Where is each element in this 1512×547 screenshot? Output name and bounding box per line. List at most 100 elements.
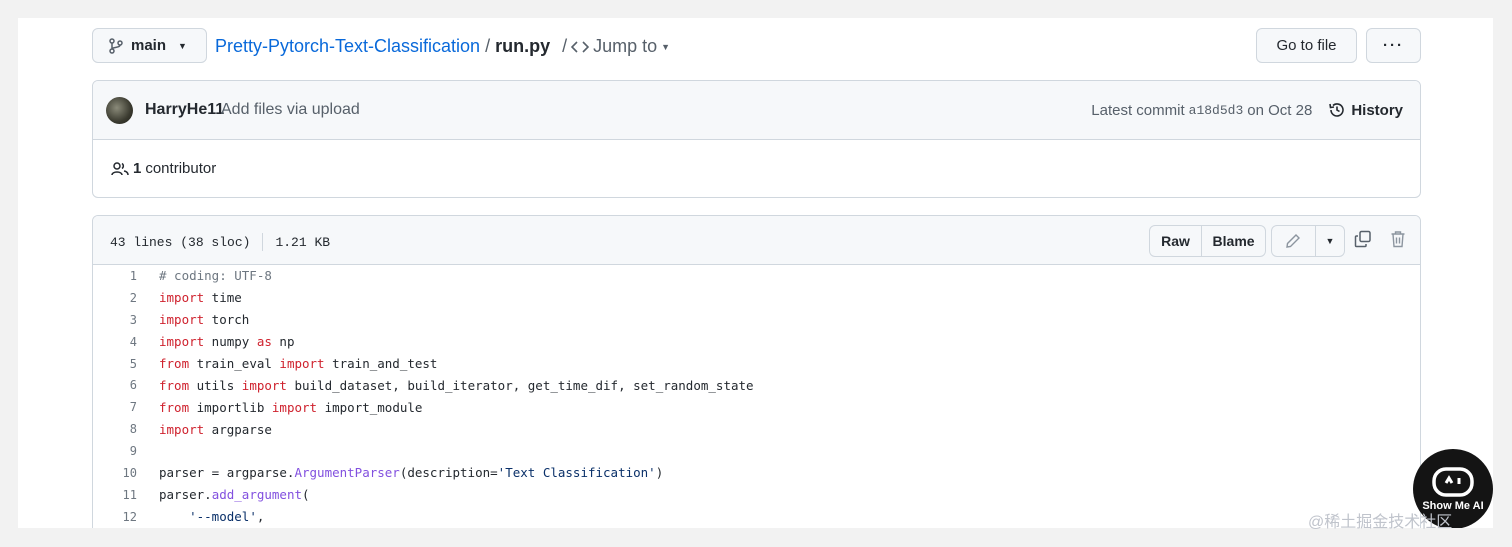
code-token: import [271, 399, 318, 415]
line-number[interactable]: 5 [93, 357, 137, 371]
divider [262, 233, 264, 251]
commit-date: on Oct 28 [1247, 101, 1313, 119]
code-token: numpy [204, 334, 257, 350]
code-token: import_module [317, 399, 423, 415]
code-line: 9 [93, 440, 1420, 462]
file-box: 43 lines (38 sloc) 1.21 KB Raw Blame ▼ 1… [92, 215, 1421, 528]
file-info: 43 lines (38 sloc) 1.21 KB [110, 233, 330, 251]
chevron-down-icon: ▼ [661, 41, 671, 52]
line-number[interactable]: 3 [93, 313, 137, 327]
line-number[interactable]: 6 [93, 378, 137, 392]
code-token: train_eval [189, 356, 280, 371]
code-token: '--model' [189, 509, 257, 525]
copy-button[interactable] [1354, 230, 1372, 253]
code-line: 4 import numpy as np [93, 331, 1420, 353]
line-code: parser = argparse.ArgumentParser(descrip… [159, 465, 663, 480]
line-number[interactable]: 11 [93, 488, 137, 502]
file-name: run.py [495, 36, 551, 56]
code-token: # coding: UTF-8 [159, 268, 272, 284]
branch-select-button[interactable]: main ▼ [92, 28, 207, 63]
code-line: 3 import torch [93, 309, 1420, 331]
contributor-label: contributor [145, 160, 217, 177]
line-code: from importlib import import_module [159, 400, 422, 415]
code-token: np [271, 334, 295, 350]
latest-commit-row: HarryHe11 Add files via upload Latest co… [93, 81, 1420, 140]
delete-button[interactable] [1390, 230, 1406, 253]
code-token: from [159, 399, 190, 415]
git-branch-icon [109, 37, 123, 54]
robot-icon [1432, 467, 1474, 497]
code-token: train_and_test [324, 356, 438, 371]
commit-box: HarryHe11 Add files via upload Latest co… [92, 80, 1421, 198]
go-to-file-button[interactable]: Go to file [1256, 28, 1357, 63]
history-icon [1329, 103, 1345, 117]
code-line: 6 from utils import build_dataset, build_… [93, 374, 1420, 396]
code-token: as [256, 334, 272, 350]
code-token: 'Text Classification' [497, 465, 656, 481]
page: main ▼ Pretty-Pytorch-Text-Classificatio… [18, 18, 1493, 528]
line-number[interactable]: 1 [93, 269, 137, 283]
edit-group: ▼ [1271, 225, 1345, 257]
code-token: ( [302, 487, 310, 503]
code-icon [571, 40, 590, 53]
code-token: , [256, 509, 265, 525]
blame-button[interactable]: Blame [1202, 226, 1265, 256]
jump-to-label: Jump to [593, 36, 658, 56]
line-number[interactable]: 9 [93, 444, 137, 458]
history-label: History [1351, 101, 1403, 119]
contributors-row: 1 contributor [93, 140, 1420, 197]
edit-dropdown-button[interactable]: ▼ [1316, 226, 1344, 256]
line-number[interactable]: 4 [93, 335, 137, 349]
line-code: '--model', [159, 509, 264, 524]
pencil-icon [1286, 234, 1301, 248]
code-token: torch [204, 312, 250, 328]
commit-message[interactable]: Add files via upload [221, 101, 360, 119]
code-token: build_dataset, build_iterator, get_time_… [286, 377, 754, 393]
avatar[interactable] [106, 97, 133, 124]
line-code: from utils import build_dataset, build_i… [159, 378, 754, 393]
code-line: 1 # coding: UTF-8 [93, 265, 1420, 287]
code-token: add_argument [211, 487, 302, 503]
line-number[interactable]: 8 [93, 422, 137, 436]
line-code: # coding: UTF-8 [159, 268, 272, 283]
breadcrumb-separator: / [485, 36, 491, 56]
code-token: time [204, 290, 242, 306]
history-button[interactable]: History [1328, 101, 1403, 119]
line-number[interactable]: 2 [93, 291, 137, 305]
code-token: import [159, 334, 205, 350]
line-number[interactable]: 12 [93, 510, 137, 524]
code-line: 7 from importlib import import_module [93, 396, 1420, 418]
people-icon [111, 161, 129, 175]
line-code: import time [159, 290, 242, 305]
contributor-count: 1 [133, 160, 142, 177]
code-token: importlib [189, 399, 272, 415]
contributors[interactable]: 1 contributor [111, 160, 216, 177]
line-number[interactable]: 7 [93, 400, 137, 414]
copy-icon [1354, 230, 1371, 248]
repo-link[interactable]: Pretty-Pytorch-Text-Classification [215, 36, 480, 57]
code-token: import [159, 290, 205, 306]
edit-button[interactable] [1272, 226, 1316, 256]
trash-icon [1391, 231, 1405, 248]
commit-author[interactable]: HarryHe11 [145, 101, 224, 119]
code-token: parser. [159, 487, 212, 503]
line-number[interactable]: 10 [93, 466, 137, 480]
triangle-down-icon: ▼ [1325, 236, 1335, 246]
jump-to-button[interactable]: / Jump to ▼ [562, 36, 670, 57]
line-count: 43 lines (38 sloc) [110, 234, 251, 250]
file-header: 43 lines (38 sloc) 1.21 KB Raw Blame ▼ [93, 216, 1420, 265]
code-line: 5 from train_eval import train_and_test [93, 353, 1420, 375]
code-token: import [279, 356, 325, 371]
code-line: 2 import time [93, 287, 1420, 309]
raw-button[interactable]: Raw [1150, 226, 1203, 256]
code-line: 11 parser.add_argument( [93, 484, 1420, 506]
code-view: 1 # coding: UTF-8 2 import time 3 import torc… [93, 265, 1420, 528]
line-code: import torch [159, 312, 249, 327]
code-token: import [159, 312, 205, 328]
code-token: utils [189, 377, 242, 393]
commit-sha[interactable]: a18d5d3 [1189, 103, 1244, 118]
line-code: from train_eval import train_and_test [159, 356, 437, 371]
latest-commit-label: Latest commit [1091, 101, 1185, 119]
more-options-button[interactable]: ··· [1366, 28, 1421, 63]
